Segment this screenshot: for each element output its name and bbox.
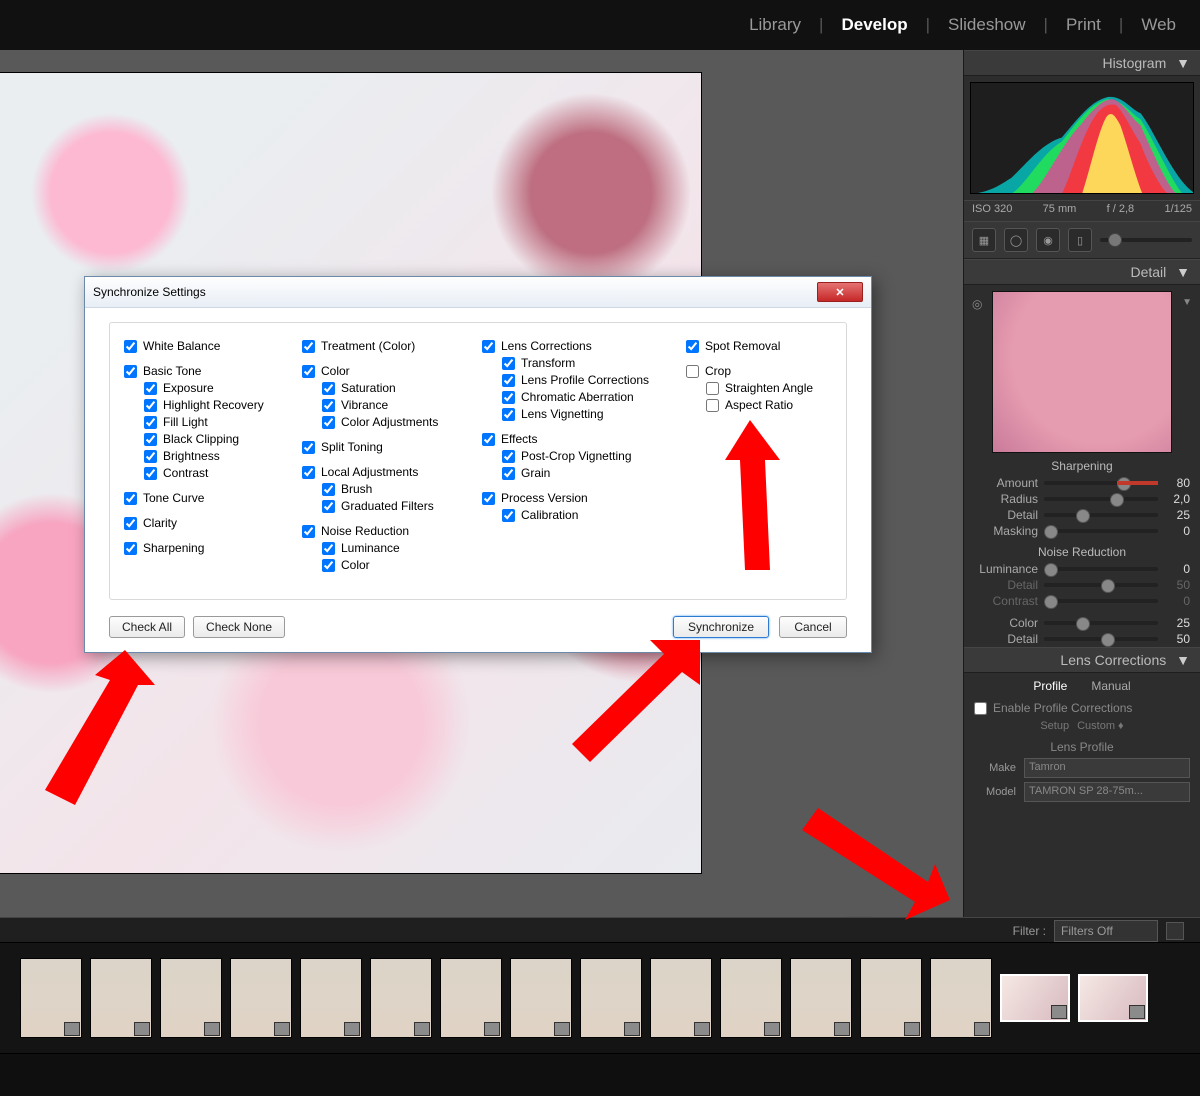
dialog-title: Synchronize Settings — [93, 285, 206, 299]
ck-label: Calibration — [521, 508, 578, 523]
ck-label: Graduated Filters — [341, 499, 434, 514]
ck-split-toning[interactable]: Split Toning — [302, 440, 460, 455]
ck-chromatic[interactable]: Chromatic Aberration — [502, 390, 664, 405]
ck-contrast[interactable]: Contrast — [144, 466, 280, 481]
ck-sharpening[interactable]: Sharpening — [124, 541, 280, 556]
ck-color[interactable]: Color — [302, 364, 460, 379]
ck-label: Vibrance — [341, 398, 388, 413]
ck-grain[interactable]: Grain — [502, 466, 664, 481]
ck-black-clipping[interactable]: Black Clipping — [144, 432, 280, 447]
ck-label: Color Adjustments — [341, 415, 438, 430]
ck-saturation[interactable]: Saturation — [322, 381, 460, 396]
ck-label: Post-Crop Vignetting — [521, 449, 632, 464]
ck-process-version[interactable]: Process Version — [482, 491, 664, 506]
ck-crop[interactable]: Crop — [686, 364, 826, 379]
ck-effects[interactable]: Effects — [482, 432, 664, 447]
ck-label: Chromatic Aberration — [521, 390, 634, 405]
ck-aspect-ratio[interactable]: Aspect Ratio — [706, 398, 826, 413]
ck-label: Straighten Angle — [725, 381, 813, 396]
ck-label: Color — [321, 364, 350, 379]
check-none-button[interactable]: Check None — [193, 616, 285, 638]
ck-label: Saturation — [341, 381, 396, 396]
ck-basic-tone[interactable]: Basic Tone — [124, 364, 280, 379]
ck-label: Sharpening — [143, 541, 204, 556]
ck-label: Clarity — [143, 516, 177, 531]
ck-label: Effects — [501, 432, 537, 447]
ck-label: Split Toning — [321, 440, 383, 455]
ck-highlight[interactable]: Highlight Recovery — [144, 398, 280, 413]
ck-straighten[interactable]: Straighten Angle — [706, 381, 826, 396]
ck-clarity[interactable]: Clarity — [124, 516, 280, 531]
ck-label: Tone Curve — [143, 491, 204, 506]
ck-nr-color[interactable]: Color — [322, 558, 460, 573]
ck-label: Brush — [341, 482, 372, 497]
ck-label: Lens Corrections — [501, 339, 592, 354]
ck-calibration[interactable]: Calibration — [502, 508, 664, 523]
ck-label: Treatment (Color) — [321, 339, 415, 354]
ck-label: Crop — [705, 364, 731, 379]
ck-post-crop-vignette[interactable]: Post-Crop Vignetting — [502, 449, 664, 464]
ck-noise-reduction[interactable]: Noise Reduction — [302, 524, 460, 539]
modal-backdrop: Synchronize Settings ✕ White Balance Bas… — [0, 0, 1200, 1096]
ck-label: Luminance — [341, 541, 400, 556]
ck-label: Noise Reduction — [321, 524, 409, 539]
ck-label: Exposure — [163, 381, 214, 396]
cancel-button[interactable]: Cancel — [779, 616, 847, 638]
ck-white-balance[interactable]: White Balance — [124, 339, 280, 354]
ck-label: Brightness — [163, 449, 220, 464]
ck-grad-filters[interactable]: Graduated Filters — [322, 499, 460, 514]
ck-label: Process Version — [501, 491, 588, 506]
ck-label: White Balance — [143, 339, 220, 354]
ck-vibrance[interactable]: Vibrance — [322, 398, 460, 413]
ck-label: Color — [341, 558, 370, 573]
ck-label: Spot Removal — [705, 339, 780, 354]
ck-label: Lens Vignetting — [521, 407, 604, 422]
ck-nr-luminance[interactable]: Luminance — [322, 541, 460, 556]
ck-spot-removal[interactable]: Spot Removal — [686, 339, 826, 354]
ck-lens-profile[interactable]: Lens Profile Corrections — [502, 373, 664, 388]
close-icon[interactable]: ✕ — [817, 282, 863, 302]
ck-fill-light[interactable]: Fill Light — [144, 415, 280, 430]
synchronize-button[interactable]: Synchronize — [673, 616, 769, 638]
ck-label: Black Clipping — [163, 432, 239, 447]
ck-brush[interactable]: Brush — [322, 482, 460, 497]
ck-exposure[interactable]: Exposure — [144, 381, 280, 396]
ck-tone-curve[interactable]: Tone Curve — [124, 491, 280, 506]
ck-color-adjustments[interactable]: Color Adjustments — [322, 415, 460, 430]
dialog-titlebar[interactable]: Synchronize Settings ✕ — [85, 277, 871, 308]
sync-settings-dialog: Synchronize Settings ✕ White Balance Bas… — [84, 276, 872, 653]
ck-label: Grain — [521, 466, 550, 481]
ck-label: Aspect Ratio — [725, 398, 793, 413]
ck-label: Local Adjustments — [321, 465, 418, 480]
ck-lens-vignetting[interactable]: Lens Vignetting — [502, 407, 664, 422]
ck-treatment[interactable]: Treatment (Color) — [302, 339, 460, 354]
check-all-button[interactable]: Check All — [109, 616, 185, 638]
ck-label: Basic Tone — [143, 364, 201, 379]
ck-label: Highlight Recovery — [163, 398, 264, 413]
ck-transform[interactable]: Transform — [502, 356, 664, 371]
ck-lens-corrections[interactable]: Lens Corrections — [482, 339, 664, 354]
ck-brightness[interactable]: Brightness — [144, 449, 280, 464]
ck-label: Fill Light — [163, 415, 208, 430]
ck-label: Transform — [521, 356, 575, 371]
ck-local-adj[interactable]: Local Adjustments — [302, 465, 460, 480]
ck-label: Lens Profile Corrections — [521, 373, 649, 388]
ck-label: Contrast — [163, 466, 208, 481]
